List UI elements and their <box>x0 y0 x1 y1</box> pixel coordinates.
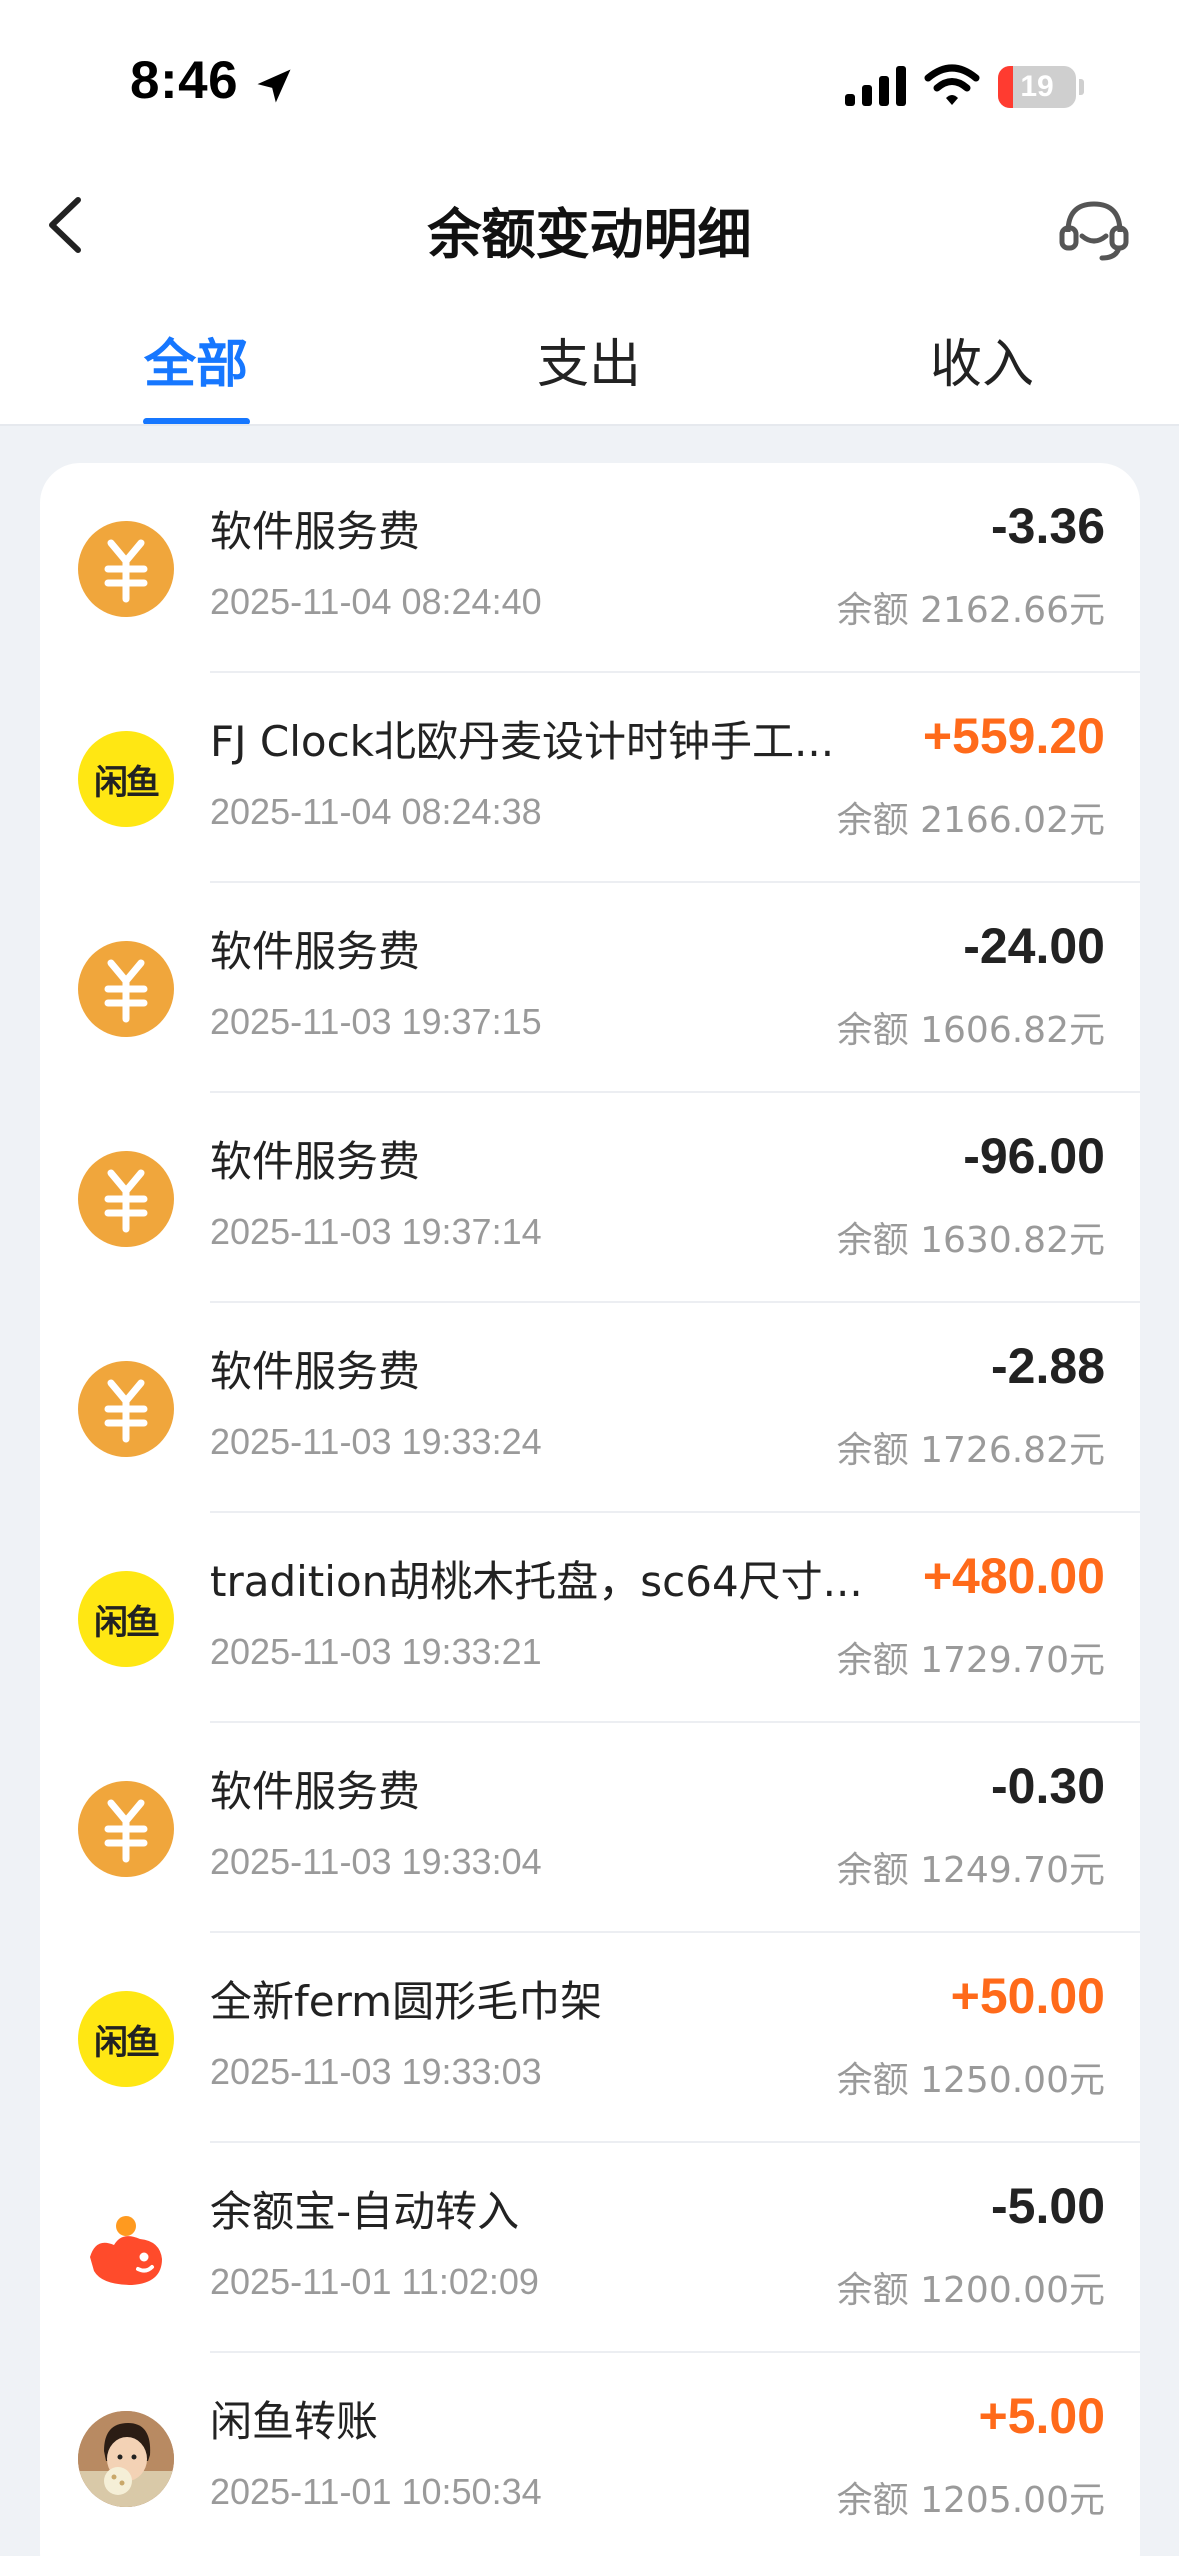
transaction-amount: -2.88 <box>991 1338 1105 1394</box>
transaction-balance: 余额 1250.00元 <box>836 2060 1105 2101</box>
battery-cap <box>1079 79 1084 95</box>
transaction-row[interactable]: 余额宝-自动转入 2025-11-01 11:02:09 -5.00 余额 12… <box>40 2143 1140 2353</box>
location-arrow-icon <box>257 69 291 103</box>
xianyu-logo-icon: 闲鱼 <box>94 762 160 803</box>
transaction-row[interactable]: 闲鱼 FJ Clock北欧丹麦设计时钟手工... 2025-11-04 08:2… <box>40 673 1140 883</box>
transaction-avatar <box>78 1151 174 1247</box>
transaction-avatar: 闲鱼 <box>78 731 174 827</box>
transaction-amount: -5.00 <box>991 2178 1105 2234</box>
transaction-time: 2025-11-03 19:33:24 <box>210 1421 542 1462</box>
transaction-balance: 余额 2162.66元 <box>836 590 1105 631</box>
transaction-row[interactable]: 闲鱼 全新ferm圆形毛巾架 2025-11-03 19:33:03 +50.0… <box>40 1933 1140 2143</box>
yuan-coin-icon <box>104 959 148 1023</box>
transaction-row[interactable]: 软件服务费 2025-11-04 08:24:40 -3.36 余额 2162.… <box>40 463 1140 673</box>
transaction-amount: -24.00 <box>963 918 1105 974</box>
transaction-row[interactable]: 软件服务费 2025-11-03 19:37:15 -24.00 余额 1606… <box>40 883 1140 1093</box>
tab-all[interactable]: 全部 <box>46 322 346 397</box>
customer-service-button[interactable] <box>1054 194 1134 264</box>
transaction-balance: 余额 1630.82元 <box>836 1220 1105 1261</box>
transaction-title: FJ Clock北欧丹麦设计时钟手工... <box>210 717 835 766</box>
transaction-balance: 余额 1249.70元 <box>836 1850 1105 1891</box>
transaction-balance: 余额 1205.00元 <box>836 2480 1105 2521</box>
cellular-signal-icon <box>845 66 906 106</box>
transaction-title: 软件服务费 <box>210 507 421 556</box>
transaction-amount: +5.00 <box>978 2388 1105 2444</box>
transaction-title: 余额宝-自动转入 <box>210 2187 520 2236</box>
yuebao-logo-icon <box>90 2216 162 2285</box>
transaction-title: 软件服务费 <box>210 927 421 976</box>
transaction-list: 软件服务费 2025-11-04 08:24:40 -3.36 余额 2162.… <box>40 463 1140 2556</box>
transaction-time: 2025-11-03 19:33:21 <box>210 1631 542 1672</box>
transaction-row[interactable]: 软件服务费 2025-11-03 19:33:24 -2.88 余额 1726.… <box>40 1303 1140 1513</box>
transaction-avatar <box>78 521 174 617</box>
transaction-avatar <box>78 2411 174 2507</box>
customer-service-headset-icon <box>1059 201 1129 261</box>
transaction-time: 2025-11-03 19:37:15 <box>210 1001 542 1042</box>
transaction-time: 2025-11-01 10:50:34 <box>210 2471 542 2512</box>
transaction-avatar: 闲鱼 <box>78 1991 174 2087</box>
xianyu-logo-icon: 闲鱼 <box>94 2022 160 2063</box>
transaction-amount: +50.00 <box>950 1968 1105 2024</box>
transaction-time: 2025-11-04 08:24:40 <box>210 581 542 622</box>
transaction-amount: -96.00 <box>963 1128 1105 1184</box>
transaction-balance: 余额 1726.82元 <box>836 1430 1105 1471</box>
transaction-amount: -3.36 <box>991 498 1105 554</box>
yuan-coin-icon <box>104 539 148 603</box>
transaction-title: 闲鱼转账 <box>210 2397 379 2446</box>
transaction-time: 2025-11-03 19:37:14 <box>210 1211 542 1252</box>
transaction-title: tradition胡桃木托盘，sc64尺寸... <box>210 1557 863 1606</box>
wifi-icon <box>924 64 980 105</box>
tab-income[interactable]: 收入 <box>832 322 1132 397</box>
transaction-title: 全新ferm圆形毛巾架 <box>210 1977 603 2026</box>
transaction-avatar <box>78 2201 174 2297</box>
transaction-amount: +559.20 <box>922 708 1105 764</box>
tab-divider <box>0 424 1179 426</box>
battery-indicator: 19 <box>998 66 1076 108</box>
transaction-balance: 余额 2166.02元 <box>836 800 1105 841</box>
yuan-coin-icon <box>104 1799 148 1863</box>
tab-expense[interactable]: 支出 <box>439 322 739 397</box>
transaction-avatar: 闲鱼 <box>78 1571 174 1667</box>
transaction-avatar <box>78 941 174 1037</box>
user-avatar-photo-icon <box>78 2411 174 2507</box>
transaction-title: 软件服务费 <box>210 1137 421 1186</box>
transaction-balance: 余额 1606.82元 <box>836 1010 1105 1051</box>
battery-level: 19 <box>1020 70 1054 103</box>
transaction-time: 2025-11-03 19:33:04 <box>210 1841 542 1882</box>
xianyu-logo-icon: 闲鱼 <box>94 1602 160 1643</box>
transaction-time: 2025-11-01 11:02:09 <box>210 2261 539 2302</box>
transaction-time: 2025-11-03 19:33:03 <box>210 2051 542 2092</box>
transaction-row[interactable]: 闲鱼 tradition胡桃木托盘，sc64尺寸... 2025-11-03 1… <box>40 1513 1140 1723</box>
transaction-balance: 余额 1729.70元 <box>836 1640 1105 1681</box>
transaction-row[interactable]: 闲鱼转账 2025-11-01 10:50:34 +5.00 余额 1205.0… <box>40 2353 1140 2556</box>
page-title: 余额变动明细 <box>427 203 752 266</box>
transaction-avatar <box>78 1781 174 1877</box>
transaction-time: 2025-11-04 08:24:38 <box>210 791 542 832</box>
transaction-balance: 余额 1200.00元 <box>836 2270 1105 2311</box>
status-time: 8:46 <box>130 51 239 110</box>
yuan-coin-icon <box>104 1169 148 1233</box>
yuan-coin-icon <box>104 1379 148 1443</box>
transaction-title: 软件服务费 <box>210 1767 421 1816</box>
transaction-title: 软件服务费 <box>210 1347 421 1396</box>
transaction-avatar <box>78 1361 174 1457</box>
transaction-amount: -0.30 <box>991 1758 1105 1814</box>
transaction-row[interactable]: 软件服务费 2025-11-03 19:37:14 -96.00 余额 1630… <box>40 1093 1140 1303</box>
transaction-row[interactable]: 软件服务费 2025-11-03 19:33:04 -0.30 余额 1249.… <box>40 1723 1140 1933</box>
transaction-amount: +480.00 <box>922 1548 1105 1604</box>
